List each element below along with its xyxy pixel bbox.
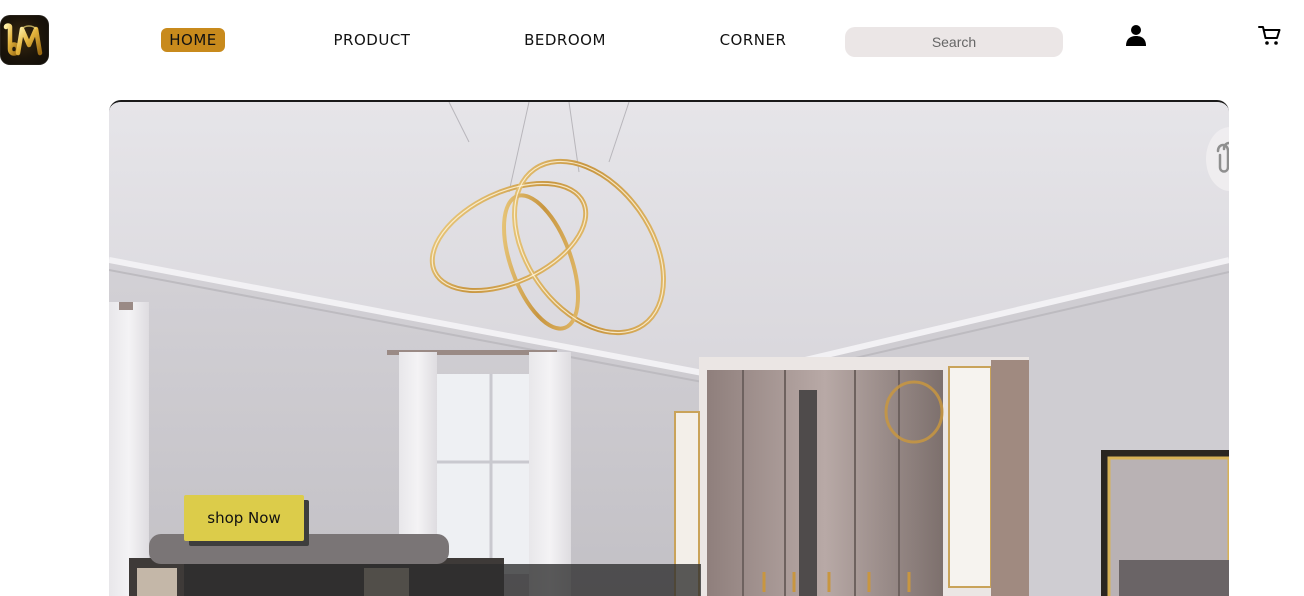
hero-badge-icon[interactable] [1206,127,1229,191]
page: HOME PRODUCT BEDROOM CORNER Search shop … [0,0,1304,596]
nav-home[interactable]: HOME [161,28,225,52]
search-input[interactable] [845,27,1063,57]
nav-bedroom[interactable]: BEDROOM [521,28,609,52]
brand-logo[interactable] [0,15,49,65]
site-header: HOME PRODUCT BEDROOM CORNER [0,0,1304,92]
nav-corner[interactable]: CORNER [717,28,789,52]
user-icon[interactable] [1124,23,1148,47]
shop-now-button[interactable]: shop Now [184,495,304,541]
hero-caption-panel [184,564,701,596]
nav-product[interactable]: PRODUCT [326,28,418,52]
logo-mark-icon [3,23,43,56]
cart-icon[interactable] [1258,24,1282,48]
